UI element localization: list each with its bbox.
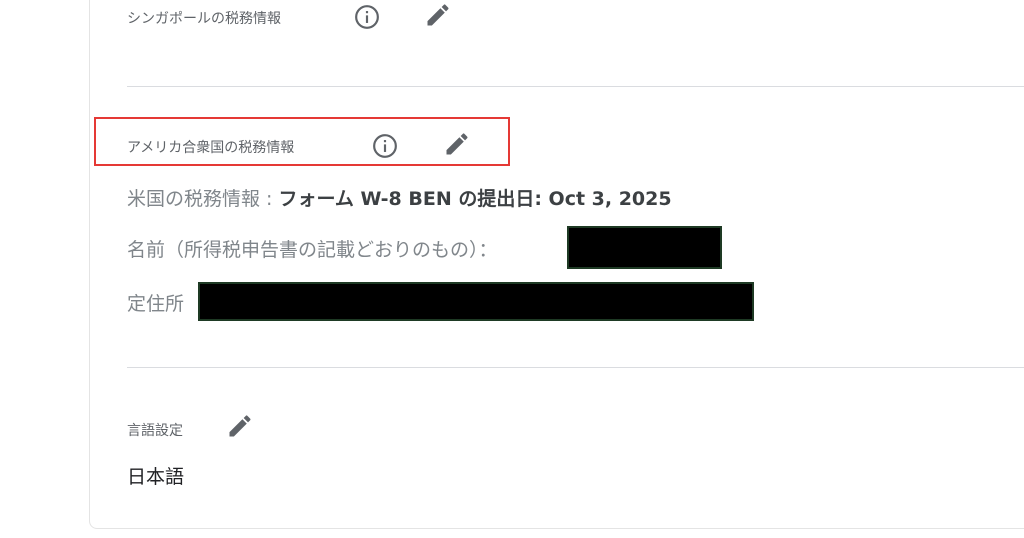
divider [127, 86, 1024, 87]
info-icon[interactable] [353, 3, 381, 31]
tax-name-label: 名前（所得税申告書の記載どおりのもの）： [127, 239, 498, 261]
settings-card [89, 0, 1024, 529]
usa-tax-title: アメリカ合衆国の税務情報 [127, 140, 295, 156]
info-circle-icon [373, 134, 397, 158]
pencil-icon [446, 133, 468, 155]
edit-usa-button[interactable] [443, 130, 471, 158]
w8ben-label: 米国の税務情報 : [127, 188, 279, 210]
redacted-address [198, 282, 754, 321]
w8ben-row: 米国の税務情報 : フォーム W-8 BEN の提出日: Oct 3, 2025 [127, 184, 672, 211]
address-label: 定住所 [127, 293, 185, 315]
divider [127, 367, 1024, 368]
info-circle-icon [355, 5, 379, 29]
language-settings-title: 言語設定 [127, 423, 183, 439]
redacted-name [567, 226, 722, 269]
language-value: 日本語 [127, 466, 185, 488]
w8ben-value: フォーム W-8 BEN の提出日: Oct 3, 2025 [278, 188, 672, 210]
pencil-icon [427, 4, 449, 26]
singapore-tax-title: シンガポールの税務情報 [127, 11, 281, 27]
edit-language-button[interactable] [226, 412, 254, 440]
pencil-icon [229, 415, 251, 437]
info-icon[interactable] [371, 132, 399, 160]
edit-singapore-button[interactable] [424, 1, 452, 29]
